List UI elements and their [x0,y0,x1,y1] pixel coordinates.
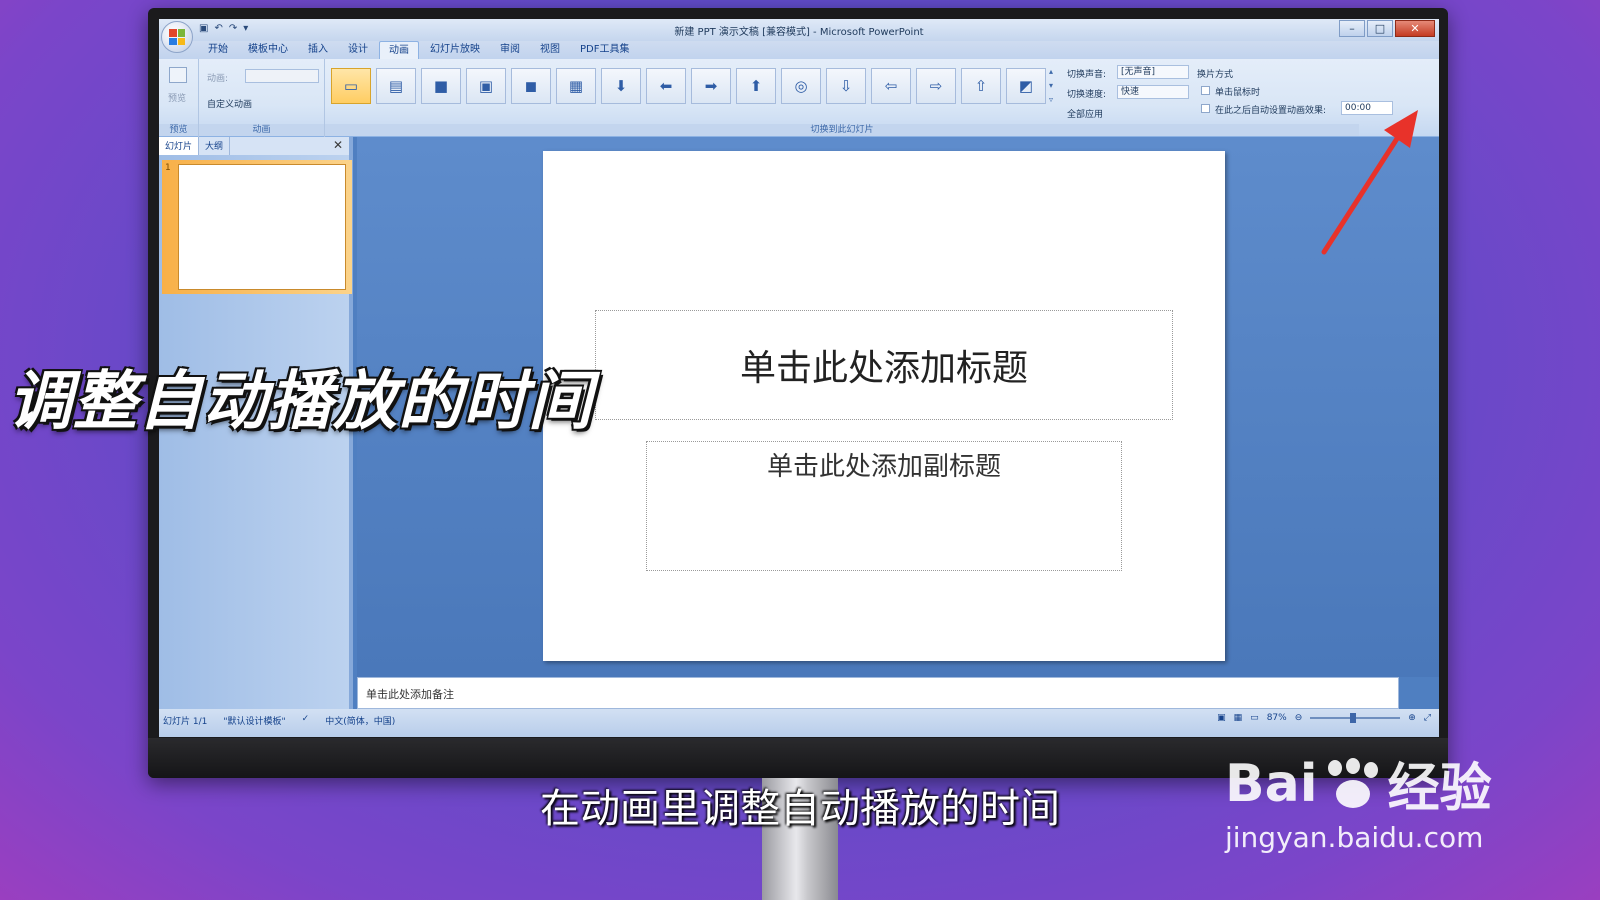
transition-push-right-thumb[interactable]: ⇨ [916,68,956,104]
transition-sound-label: 切换声音: [1067,70,1107,80]
slideshow-view-icon[interactable]: ▭ [1250,713,1259,723]
close-button[interactable]: ✕ [1395,20,1435,37]
tab-pdf-tools[interactable]: PDF工具集 [571,41,638,59]
transition-speed-select[interactable]: 快速 [1117,85,1189,99]
red-arrow-icon [1321,110,1418,255]
maximize-button[interactable]: □ [1367,20,1393,37]
transition-wipe-left-thumb[interactable]: ⬅ [646,68,686,104]
group-label-preview: 预览 [159,124,198,136]
slide-thumbnail[interactable] [178,164,346,290]
auto-after-label: 在此之后自动设置动画效果: [1215,106,1327,116]
status-right: ▣ ▦ ▭ 87% ⊖ ⊕ ⤢ [1217,713,1431,723]
preview-button[interactable]: 预览 [168,91,186,104]
zoom-slider-handle[interactable] [1350,713,1357,723]
window-title: 新建 PPT 演示文稿 [兼容模式] - Microsoft PowerPoin… [674,27,924,38]
slide-count: 幻灯片 1/1 [163,717,208,727]
transition-cut-thumb[interactable]: ▣ [466,68,506,104]
notes-field[interactable]: 单击此处添加备注 [357,677,1399,709]
auto-after-checkbox[interactable] [1201,104,1210,113]
tab-template-center[interactable]: 模板中心 [239,41,297,59]
fit-window-icon[interactable]: ⤢ [1424,713,1431,723]
watermark-logo-text-a: Bai [1225,753,1318,814]
ribbon: 预览 预览 动画: 自定义动画 动画 ▭ ▤ ■ ▣ ◼ ▦ ⬇ ⬅ ➡ ⬆ ◎… [159,59,1439,137]
template-name: "默认设计模板" [223,717,286,727]
transition-dissolve-thumb[interactable]: ▦ [556,68,596,104]
custom-animation-button[interactable]: 自定义动画 [207,97,252,110]
ribbon-tabs: 开始 模板中心 插入 设计 动画 幻灯片放映 审阅 视图 PDF工具集 [159,41,1439,59]
zoom-in-icon[interactable]: ⊕ [1408,713,1416,723]
group-preview: 预览 预览 [159,59,199,137]
group-label-transition: 切换到此幻灯片 [325,124,1359,136]
transition-wipe-right-thumb[interactable]: ➡ [691,68,731,104]
transition-push-left-thumb[interactable]: ⇦ [871,68,911,104]
slides-pane-tabs: 幻灯片 大纲 ✕ [159,137,349,155]
transition-split-thumb[interactable]: ◎ [781,68,821,104]
tab-home[interactable]: 开始 [199,41,237,59]
transition-wipe-up-thumb[interactable]: ⬆ [736,68,776,104]
title-bar: ▣ ↶ ↷ ▾ 新建 PPT 演示文稿 [兼容模式] - Microsoft P… [159,19,1439,41]
slide-number: 1 [165,163,171,173]
zoom-level[interactable]: 87% [1267,713,1287,723]
tab-slideshow[interactable]: 幻灯片放映 [421,41,489,59]
transition-cover-thumb[interactable]: ◩ [1006,68,1046,104]
transition-speed-label: 切换速度: [1067,90,1107,100]
group-animation: 动画: 自定义动画 动画 [199,59,325,137]
group-label-animation: 动画 [199,124,324,136]
on-click-checkbox[interactable] [1201,86,1210,95]
language: 中文(简体，中国) [325,717,396,727]
on-click-label: 单击鼠标时 [1215,88,1261,98]
transition-cut-black-thumb[interactable]: ◼ [511,68,551,104]
tab-insert[interactable]: 插入 [299,41,337,59]
watermark-logo: Bai 经验 [1225,746,1492,821]
transition-push-down-thumb[interactable]: ⇩ [826,68,866,104]
close-icon[interactable]: ✕ [333,138,343,152]
transition-fade-black-thumb[interactable]: ■ [421,68,461,104]
zoom-slider[interactable] [1310,713,1401,723]
status-left: 幻灯片 1/1 "默认设计模板" ✓ 中文(简体，中国) [163,714,395,727]
status-bar: 幻灯片 1/1 "默认设计模板" ✓ 中文(简体，中国) ▣ ▦ ▭ 87% ⊖… [159,709,1439,737]
window-controls: – □ ✕ [1339,20,1435,37]
office-logo-icon [169,29,185,45]
slide-thumbnail-selected[interactable]: 1 [162,160,352,294]
sorter-view-icon[interactable]: ▦ [1234,713,1243,723]
watermark-url: jingyan.baidu.com [1225,821,1484,854]
tab-animation[interactable]: 动画 [379,41,419,59]
minimize-button[interactable]: – [1339,20,1365,37]
subtitle-placeholder[interactable]: 单击此处添加副标题 [646,441,1122,571]
transition-push-up-thumb[interactable]: ⇧ [961,68,1001,104]
apply-all-button[interactable]: 全部应用 [1067,107,1103,120]
tab-outline[interactable]: 大纲 [199,137,231,155]
preview-icon[interactable] [169,67,187,83]
transition-gallery-scroll[interactable]: ▴ ▾ ▿ [1049,65,1059,109]
overlay-heading: 调整自动播放的时间 [8,365,593,439]
watermark-logo-text-b: 经验 [1387,759,1492,819]
tab-slides[interactable]: 幻灯片 [159,137,200,155]
baidu-jingyan-watermark: Bai 经验 jingyan.baidu.com [1225,746,1492,855]
animation-select[interactable] [245,69,319,83]
paw-icon [1322,757,1384,810]
group-transition: ▭ ▤ ■ ▣ ◼ ▦ ⬇ ⬅ ➡ ⬆ ◎ ⇩ ⇦ ⇨ ⇧ ◩ ▴ ▾ ▿ 切换声音… [325,59,1393,137]
office-button[interactable] [161,21,193,53]
animation-label: 动画: [207,74,229,84]
transition-none-thumb[interactable]: ▭ [331,68,371,104]
tab-design[interactable]: 设计 [339,41,377,59]
spellcheck-icon[interactable]: ✓ [302,714,310,727]
normal-view-icon[interactable]: ▣ [1217,713,1226,723]
transition-sound-select[interactable]: [无声音] [1117,65,1189,79]
tab-review[interactable]: 审阅 [491,41,529,59]
transition-wipe-down-thumb[interactable]: ⬇ [601,68,641,104]
zoom-out-icon[interactable]: ⊖ [1295,713,1303,723]
tab-view[interactable]: 视图 [531,41,569,59]
transition-fade-smooth-thumb[interactable]: ▤ [376,68,416,104]
advance-slide-heading: 换片方式 [1197,70,1234,80]
